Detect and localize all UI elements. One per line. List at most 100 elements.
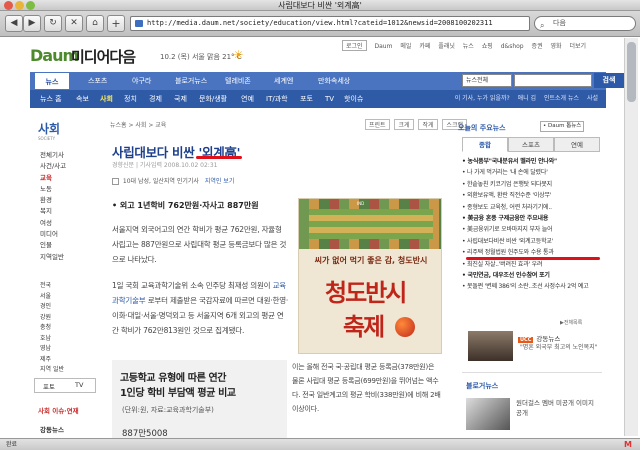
sidebar-item-media[interactable]: 미디어 xyxy=(40,229,100,240)
util-link-news[interactable]: 뉴스 xyxy=(463,43,474,50)
who-reads-link[interactable]: 이 기사, 누가 읽을까? xyxy=(455,95,510,102)
region-item[interactable]: 충청 xyxy=(40,322,64,333)
local-view-link[interactable]: 지역인 보기 xyxy=(205,178,235,185)
tab-entertainment[interactable]: 연예 xyxy=(554,137,600,152)
util-link-dshop[interactable]: d&shop xyxy=(501,43,524,50)
more-news-link[interactable]: ▶전체목록 xyxy=(560,319,582,326)
sidebar-item-welfare[interactable]: 복지 xyxy=(40,206,100,217)
list-item[interactable]: • 농식품부"국내분유서 멜라민 안나와" xyxy=(462,156,612,167)
ad-headline: 청도반시 xyxy=(325,278,407,307)
sidebar-item-labor[interactable]: 노동 xyxy=(40,184,100,195)
sun-icon: ☀ xyxy=(233,48,244,62)
sidebar-item-environment[interactable]: 환경 xyxy=(40,195,100,206)
region-item[interactable]: 경인 xyxy=(40,301,64,312)
list-item[interactable]: • 사립대보다비싼 비싼 '외계고등학교' xyxy=(462,236,612,247)
nav-tab-comics[interactable]: 만화속세상 xyxy=(318,72,350,90)
home-button[interactable]: ⌂ xyxy=(86,15,104,32)
section-tab-tv[interactable]: TV xyxy=(325,90,334,108)
intro-news-link[interactable]: 인트소개 뉴스 xyxy=(544,95,579,102)
tab-sports[interactable]: 스포츠 xyxy=(508,137,554,152)
nav-tab-blogger-news[interactable]: 블로거뉴스 xyxy=(175,72,207,90)
reload-button[interactable]: ↻ xyxy=(44,15,62,32)
promo-title[interactable]: UCC 강동뉴스 xyxy=(518,333,560,343)
region-item[interactable]: 영남 xyxy=(40,343,64,354)
list-item[interactable]: • 국민연금, 대우조선 인수참여 포기 xyxy=(462,270,612,281)
anne-kim-link[interactable]: 애니 김 xyxy=(518,95,536,102)
util-link-mail[interactable]: 메일 xyxy=(400,43,411,50)
tab-general[interactable]: 종합 xyxy=(462,137,508,152)
region-item[interactable]: 서울 xyxy=(40,291,64,302)
sidebar-issue-heading[interactable]: 사회 이슈·연재 xyxy=(38,405,79,415)
login-button[interactable]: 로그인 xyxy=(342,40,367,51)
nav-tab-baseball[interactable]: 야구라 xyxy=(132,72,151,90)
list-item[interactable]: • 최진실 자살..'버려진 효과' 우려 xyxy=(462,259,612,270)
util-link-movie[interactable]: 영화 xyxy=(551,43,562,50)
section-tab-breaking[interactable]: 속보 xyxy=(76,90,89,108)
section-tab-culture[interactable]: 문화/생활 xyxy=(199,90,227,108)
util-link-daum[interactable]: Daum xyxy=(374,43,392,50)
list-item[interactable]: • 종형보도 교육청, 어련 처라기기에.. xyxy=(462,202,612,213)
sidebar-gangdong-news[interactable]: 강동뉴스 xyxy=(40,424,64,434)
add-bookmark-button[interactable]: + xyxy=(107,15,125,32)
util-link-cafe[interactable]: 카페 xyxy=(419,43,430,50)
blogger-news-description[interactable]: 원더걸스 멤버 미공개 이미지 공개 xyxy=(516,398,600,418)
editorial-link[interactable]: 사설 xyxy=(587,95,598,102)
nav-tab-world[interactable]: 세계엔 xyxy=(274,72,293,90)
section-tab-politics[interactable]: 정치 xyxy=(124,90,137,108)
mail-notifier-icon[interactable]: M xyxy=(624,439,632,450)
nav-tab-news[interactable]: 뉴스 xyxy=(34,72,70,90)
util-link-more[interactable]: 더보기 xyxy=(569,43,586,50)
stop-button[interactable]: ✕ xyxy=(65,15,83,32)
promo-thumbnail[interactable] xyxy=(468,331,513,361)
scrollbar-thumb[interactable] xyxy=(627,42,636,102)
list-item[interactable]: • 외환보유액, 환란 직전수준 '이상무' xyxy=(462,190,612,201)
section-tab-society[interactable]: 사회 xyxy=(100,90,113,108)
forward-button[interactable]: ▶ xyxy=(23,15,41,32)
news-search-button[interactable]: 검색 xyxy=(594,73,624,88)
section-tab-hot-issue[interactable]: 핫이슈 xyxy=(344,90,363,108)
sidebar-item-education[interactable]: 교육 xyxy=(40,173,100,184)
festival-ad-banner[interactable]: IND 씨가 없어 먹기 좋은 감, 청도반시 청도반시 축제 xyxy=(298,198,442,354)
util-link-stock[interactable]: 증권 xyxy=(532,43,543,50)
top-news-select[interactable]: • Daum 톱뉴스 xyxy=(540,121,584,132)
section-tab-photo[interactable]: 포토 xyxy=(300,90,313,108)
nav-tab-television[interactable]: 텔레비존 xyxy=(225,72,251,90)
list-item[interactable]: • 나 가게 먹거리는 '내 손에 달렸다' xyxy=(462,167,612,178)
blogger-news-thumbnail[interactable] xyxy=(466,398,510,430)
sidebar-title: 사회 xyxy=(38,122,61,136)
nav-tab-sports[interactable]: 스포츠 xyxy=(88,72,107,90)
section-tab-it-science[interactable]: IT/과학 xyxy=(266,90,288,108)
section-tab-entertainment[interactable]: 연예 xyxy=(241,90,254,108)
list-item[interactable]: • 美금융 혼풍 구제금융안 주요내용 xyxy=(462,213,612,224)
region-item[interactable]: 호남 xyxy=(40,333,64,344)
sidebar-item-incidents[interactable]: 사건/사고 xyxy=(40,161,100,172)
list-item[interactable]: • 美금융위기로 오바마지지 부자 늘어 xyxy=(462,224,612,235)
section-tab-international[interactable]: 국제 xyxy=(174,90,187,108)
font-larger-button[interactable]: 크게 xyxy=(394,119,414,130)
sidebar-tab-photo[interactable]: 포토 xyxy=(43,381,55,391)
sidebar-item-women[interactable]: 여성 xyxy=(40,218,100,229)
region-item[interactable]: 제주 xyxy=(40,354,64,365)
list-item[interactable]: • 한솥놓친 키코기업 은행탓 되다못지 xyxy=(462,179,612,190)
back-button[interactable]: ◀ xyxy=(5,15,23,32)
sidebar-tab-tv[interactable]: TV xyxy=(75,381,83,389)
sidebar-item-local[interactable]: 지역일반 xyxy=(40,252,100,263)
news-search-input[interactable] xyxy=(514,74,592,87)
util-link-planet[interactable]: 플래닛 xyxy=(438,43,455,50)
util-link-shopping[interactable]: 쇼핑 xyxy=(482,43,493,50)
promo-description[interactable]: "명혼 외국부 최고의 노인복지" xyxy=(520,343,604,352)
sidebar-item-people[interactable]: 인물 xyxy=(40,240,100,251)
section-tab-economy[interactable]: 경제 xyxy=(149,90,162,108)
browser-search-field[interactable]: ⌕ 다음 xyxy=(534,16,636,31)
media-daum-logo[interactable]: 미디어다음 xyxy=(71,46,136,67)
region-item[interactable]: 지역 일반 xyxy=(40,364,64,375)
region-item[interactable]: 강원 xyxy=(40,312,64,323)
font-smaller-button[interactable]: 작게 xyxy=(418,119,438,130)
print-button[interactable]: 프린트 xyxy=(365,119,390,130)
list-item[interactable]: • 못돌쩐 '변쩨 386'의 소란..조선 사정수사 2억 예고 xyxy=(462,281,612,292)
section-tab-news-home[interactable]: 뉴스 홈 xyxy=(40,90,62,108)
region-item[interactable]: 전국 xyxy=(40,280,64,291)
sidebar-item-all[interactable]: 전체기사 xyxy=(40,150,100,161)
address-bar[interactable]: http://media.daum.net/society/education/… xyxy=(130,16,530,31)
news-search-scope-select[interactable]: 뉴스전체 xyxy=(462,74,512,87)
